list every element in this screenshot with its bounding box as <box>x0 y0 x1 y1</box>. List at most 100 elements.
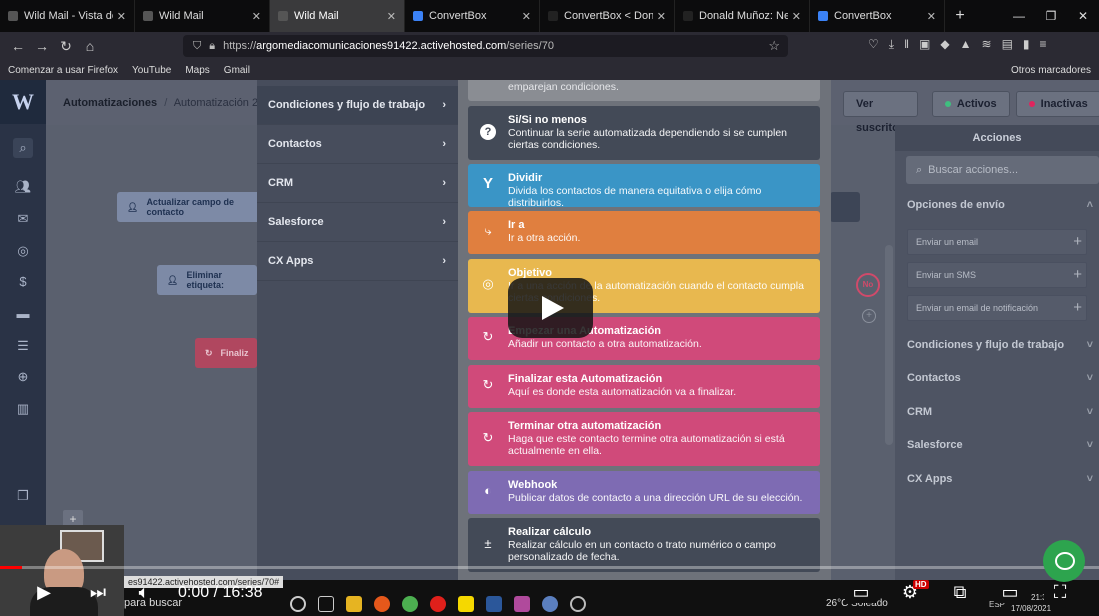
theater-mode-icon[interactable]: ▭ <box>994 582 1026 603</box>
library-icon[interactable]: ‖ <box>904 37 909 52</box>
action-card-calculate[interactable]: ± Realizar cálculo Realizar cálculo en u… <box>468 518 820 572</box>
inactive-toggle[interactable]: Inactivas <box>1015 91 1099 117</box>
app-logo[interactable]: W <box>0 80 46 124</box>
back-icon[interactable]: ← <box>6 38 30 54</box>
app-icon[interactable] <box>542 596 558 612</box>
browser-tab[interactable]: ConvertBox ✕ <box>810 0 945 32</box>
view-subscribers-button[interactable]: Ver suscritos <box>843 91 918 134</box>
next-icon[interactable]: ⏭ <box>82 582 114 603</box>
close-tab-icon[interactable]: ✕ <box>117 10 126 23</box>
forward-icon[interactable]: → <box>30 38 54 54</box>
extension-icon[interactable]: ▣ <box>919 37 930 52</box>
close-tab-icon[interactable]: ✕ <box>522 10 531 23</box>
plus-icon[interactable]: + <box>1073 296 1082 320</box>
close-tab-icon[interactable]: ✕ <box>387 10 396 23</box>
apps-icon[interactable]: ❐ <box>13 486 33 506</box>
category-crm[interactable]: CRM › <box>257 164 458 203</box>
category-contacts[interactable]: Contactos › <box>257 125 458 164</box>
explorer-icon[interactable] <box>346 596 362 612</box>
node-update-field[interactable]: 👤︎ Actualizar campo de contacto <box>117 192 267 222</box>
browser-tab[interactable]: ConvertBox ✕ <box>405 0 540 32</box>
action-card-partial[interactable]: emparejan condiciones. <box>468 80 820 101</box>
app-icon[interactable] <box>570 596 586 612</box>
category-salesforce[interactable]: Salesforce › <box>257 203 458 242</box>
deals-icon[interactable]: $ <box>13 272 33 292</box>
bookmark-maps[interactable]: Maps <box>185 65 209 76</box>
new-tab-button[interactable]: + <box>945 0 975 32</box>
action-send-email[interactable]: Enviar un email + <box>907 229 1087 255</box>
lists-icon[interactable]: ☰ <box>13 336 33 356</box>
email-icon[interactable]: ✉ <box>13 209 33 229</box>
word-icon[interactable] <box>486 596 502 612</box>
download-icon[interactable]: ⤓ <box>889 37 894 52</box>
home-icon[interactable]: ⌂ <box>78 38 102 54</box>
node-partial[interactable] <box>830 192 860 222</box>
category-cx-apps[interactable]: CX Apps › <box>257 242 458 281</box>
add-step-icon[interactable]: + <box>862 309 876 323</box>
fullscreen-icon[interactable]: ⛶ <box>1044 582 1076 603</box>
action-send-sms[interactable]: Enviar un SMS + <box>907 262 1087 288</box>
section-conditions[interactable]: Condiciones y flujo de trabajo ˅ <box>907 339 1093 351</box>
video-progress-track[interactable] <box>0 566 1099 569</box>
firefox-icon[interactable] <box>374 596 390 612</box>
website-icon[interactable]: ⊕ <box>13 367 33 387</box>
section-crm[interactable]: CRM ˅ <box>907 406 1093 418</box>
node-finish[interactable]: ↻ Finaliz <box>195 338 257 368</box>
node-remove-tag[interactable]: 👤︎ Eliminar etiqueta: <box>157 265 257 295</box>
conversations-icon[interactable]: ▬ <box>13 304 33 324</box>
action-card-webhook[interactable]: ◐ Webhook Publicar datos de contacto a u… <box>468 471 820 514</box>
plus-icon[interactable]: + <box>1073 230 1082 254</box>
bookmark-youtube[interactable]: YouTube <box>132 65 171 76</box>
action-card-end-this-automation[interactable]: ↻ Finalizar esta Automatización Aquí es … <box>468 365 820 408</box>
contacts-icon[interactable]: 👥︎ <box>13 177 33 197</box>
action-card-end-other-automation[interactable]: ↻ Terminar otra automatización Haga que … <box>468 412 820 466</box>
reports-icon[interactable]: ▥ <box>13 399 33 419</box>
automations-icon[interactable]: ◎ <box>13 241 33 261</box>
close-window-icon[interactable]: ✕ <box>1067 0 1099 32</box>
active-toggle[interactable]: Activos <box>931 91 1010 117</box>
browser-tab[interactable]: Wild Mail - Vista de cont✕ <box>0 0 135 32</box>
canvas-scrollbar[interactable] <box>885 245 893 445</box>
browser-tab[interactable]: ConvertBox < Donald Mu✕ <box>540 0 675 32</box>
url-bar[interactable]: ⛉ 🔒︎ https://argomediacomunicaciones9142… <box>183 35 788 57</box>
browser-tab-active[interactable]: Wild Mail ✕ <box>270 0 405 32</box>
opera-icon[interactable] <box>430 596 446 612</box>
volume-icon[interactable]: 🔈︎ <box>128 582 160 603</box>
action-card-split[interactable]: Y Dividir Divida los contactos de manera… <box>468 164 820 209</box>
cortana-icon[interactable] <box>290 596 306 612</box>
extension-icon[interactable]: ▮ <box>1023 37 1030 52</box>
chrome-icon[interactable] <box>402 596 418 612</box>
section-cx-apps[interactable]: CX Apps ˅ <box>907 473 1093 485</box>
browser-tab[interactable]: Donald Muñoz: Negocio✕ <box>675 0 810 32</box>
miniplayer-icon[interactable]: ⧉ <box>944 582 976 603</box>
breadcrumb-root[interactable]: Automatizaciones <box>63 97 157 109</box>
bookmark-gmail[interactable]: Gmail <box>224 65 250 76</box>
section-salesforce[interactable]: Salesforce ˅ <box>907 439 1093 451</box>
other-bookmarks[interactable]: Otros marcadores <box>1011 65 1091 76</box>
no-branch-badge[interactable]: No <box>856 273 880 297</box>
close-tab-icon[interactable]: ✕ <box>792 10 801 23</box>
pocket-icon[interactable]: ♡ <box>868 37 879 52</box>
close-tab-icon[interactable]: ✕ <box>927 10 936 23</box>
app-icon[interactable] <box>514 596 530 612</box>
play-icon[interactable]: ▶ <box>28 582 60 603</box>
browser-tab[interactable]: Wild Mail ✕ <box>135 0 270 32</box>
bookmark-star-icon[interactable]: ☆ <box>768 38 780 54</box>
extension-icon[interactable]: ◆ <box>940 37 949 52</box>
close-tab-icon[interactable]: ✕ <box>657 10 666 23</box>
video-play-button[interactable] <box>508 278 593 338</box>
restore-icon[interactable]: ❐ <box>1035 0 1067 32</box>
extension-icon[interactable]: ≋ <box>982 37 992 52</box>
reload-icon[interactable]: ↻ <box>54 38 78 55</box>
section-contacts[interactable]: Contactos ˅ <box>907 372 1093 384</box>
close-tab-icon[interactable]: ✕ <box>252 10 261 23</box>
extension-icon[interactable]: ▲ <box>960 37 972 52</box>
action-send-notification[interactable]: Enviar un email de notificación + <box>907 295 1087 321</box>
section-send-options[interactable]: Opciones de envío ˄ <box>907 199 1093 211</box>
notes-icon[interactable] <box>458 596 474 612</box>
search-icon[interactable]: ⌕ <box>13 138 33 158</box>
subtitles-icon[interactable]: ▭ <box>845 582 877 603</box>
action-card-goto[interactable]: ⤷ Ir a Ir a otra acción. <box>468 211 820 254</box>
extension-icon[interactable]: ▤ <box>1002 37 1013 52</box>
menu-icon[interactable]: ≡ <box>1040 37 1047 52</box>
